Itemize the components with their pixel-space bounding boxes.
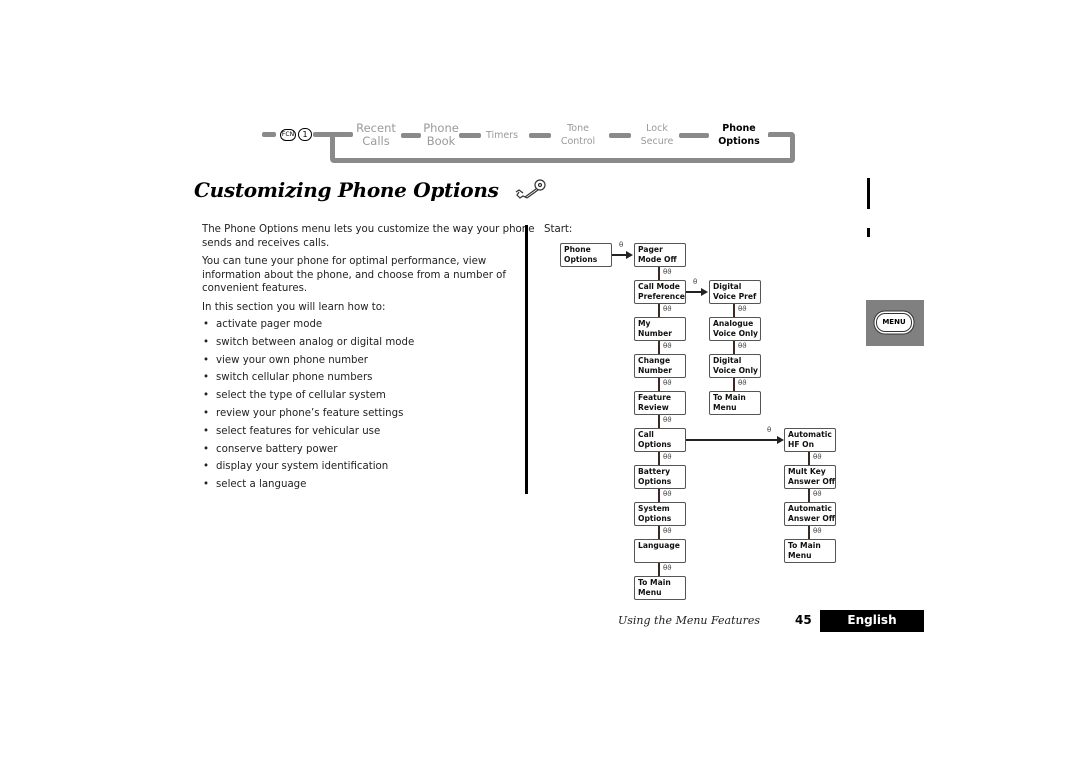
nav-loop-line [330,158,795,163]
menu-section-tab: MENU [866,300,924,346]
nav-item-recent-calls[interactable]: Recent Calls [352,122,400,148]
intro-paragraph: The Phone Options menu lets you customiz… [202,224,535,249]
list-item: • activate pager mode [203,319,323,330]
list-item: • review your phone’s feature settings [203,407,404,419]
flow-arrowhead [626,251,633,259]
select-key-icon: θ [619,241,624,249]
select-key-icon: θ [767,426,772,434]
flow-connector [658,378,660,391]
flow-box-change-number: Change Number [634,354,686,378]
nav-item-phone-options[interactable]: Phone Options [712,122,766,148]
nav-item-lock-secure[interactable]: Lock Secure [632,122,682,148]
wrench-icon [515,179,546,199]
flow-box-to-main-menu: To Main Menu [709,391,761,415]
list-item: • select features for vehicular use [203,425,381,437]
flow-connector [658,341,660,354]
scroll-keys-icon: θϑ [663,453,672,461]
list-item: • display your system identification [203,461,389,473]
scroll-keys-icon: θϑ [663,305,672,313]
start-label: Start: [544,224,573,235]
nav-connector [262,132,276,137]
list-item: • view your own phone number [203,354,368,366]
list-item: • select the type of cellular system [203,390,386,402]
flow-box-automatic-answer-off: Automatic Answer Off [784,502,836,526]
flow-arrowhead [777,436,784,444]
nav-item-phone-book[interactable]: Phone Book [418,122,464,148]
scroll-keys-icon: θϑ [663,564,672,572]
menu-key-icon: MENU [876,313,912,332]
flow-box-system-options: System Options [634,502,686,526]
scroll-keys-icon: θϑ [738,342,747,350]
flow-box-digital-voice-only: Digital Voice Only [709,354,761,378]
scroll-keys-icon: θϑ [813,453,822,461]
flow-box-to-main-menu: To Main Menu [634,576,686,600]
flow-box-to-main-menu: To Main Menu [784,539,836,563]
list-item: • conserve battery power [203,443,338,455]
flow-connector [658,489,660,502]
flow-connector [658,563,660,576]
flow-connector [808,489,810,502]
flow-connector [808,452,810,465]
flow-arrow [612,254,627,256]
flow-connector [733,341,735,354]
nav-connector [679,133,709,138]
flow-connector [658,415,660,428]
margin-marker [867,178,870,209]
scroll-keys-icon: θϑ [813,490,822,498]
margin-marker [867,228,870,237]
flow-box-digital-voice-pref: Digital Voice Pref [709,280,761,304]
flow-connector [808,526,810,539]
scroll-keys-icon: θϑ [813,527,822,535]
page-title-text: Customizing Phone Options [194,178,499,202]
fcn-key-icon: FCN [280,129,296,141]
scroll-keys-icon: θϑ [663,379,672,387]
nav-connector [529,133,551,138]
flow-box-analogue-voice-only: Analogue Voice Only [709,317,761,341]
flow-arrow [686,439,778,441]
flow-box-call-options: Call Options [634,428,686,452]
nav-connector [768,132,795,137]
flow-box-mult-key-answer-off: Mult Key Answer Off [784,465,836,489]
list-item: • switch between analog or digital mode [203,336,415,348]
flow-box-language: Language [634,539,686,563]
flow-box-phone-options: Phone Options [560,243,612,267]
flow-connector [733,378,735,391]
intro-paragraph: You can tune your phone for optimal perf… [202,256,506,294]
nav-connector [609,133,631,138]
list-item: • switch cellular phone numbers [203,372,373,384]
flow-box-battery-options: Battery Options [634,465,686,489]
page-title: Customizing Phone Options [194,178,549,202]
flow-connector [658,452,660,465]
scroll-keys-icon: θϑ [738,379,747,387]
select-key-icon: θ [693,278,698,286]
intro-paragraph: In this section you will learn how to: [202,302,386,313]
learn-list: • activate pager mode • switch between ana… [202,318,414,496]
flow-box-feature-review: Feature Review [634,391,686,415]
flow-connector [658,304,660,317]
key-1-icon: 1 [298,128,312,141]
flow-box-my-number: My Number [634,317,686,341]
flow-box-pager-mode: Pager Mode Off [634,243,686,267]
flow-connector [733,304,735,317]
scroll-keys-icon: θϑ [663,268,672,276]
scroll-keys-icon: θϑ [738,305,747,313]
flow-connector [658,267,660,280]
scroll-keys-icon: θϑ [663,490,672,498]
scroll-keys-icon: θϑ [663,416,672,424]
flow-arrowhead [701,288,708,296]
flow-connector [658,526,660,539]
flow-arrow [686,291,702,293]
flow-box-automatic-hf-on: Automatic HF On [784,428,836,452]
list-item: • select a language [203,479,307,491]
scroll-keys-icon: θϑ [663,342,672,350]
nav-item-timers[interactable]: Timers [482,129,522,142]
footer-section-title: Using the Menu Features [618,614,761,627]
page-number: 45 [795,613,812,627]
column-divider [525,225,528,494]
flow-box-call-mode-preference: Call Mode Preference [634,280,686,304]
language-tab: English [820,610,924,632]
nav-item-tone-control[interactable]: Tone Control [552,122,604,148]
scroll-keys-icon: θϑ [663,527,672,535]
